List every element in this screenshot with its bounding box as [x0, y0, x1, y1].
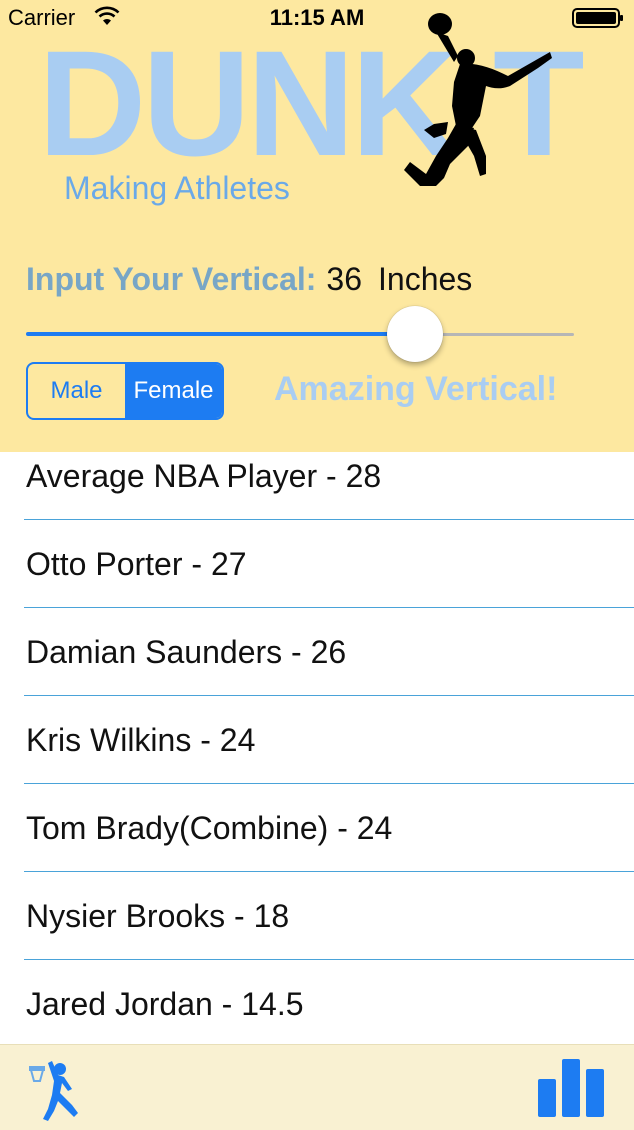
slider-thumb[interactable]	[387, 306, 443, 362]
list-item[interactable]: Average NBA Player - 28	[0, 452, 634, 520]
header: Carrier 11:15 AM DUNK T Making Athletes …	[0, 0, 634, 452]
vertical-label: Input Your Vertical:	[26, 260, 317, 297]
rating-label: Amazing Vertical!	[274, 370, 558, 408]
list-item-label: Damian Saunders - 26	[26, 633, 347, 670]
list-item-label: Tom Brady(Combine) - 24	[26, 809, 393, 846]
list-item-label: Nysier Brooks - 18	[26, 897, 290, 934]
vertical-value: 36	[326, 260, 363, 297]
segment-female[interactable]: Female	[125, 364, 222, 418]
tagline: Making Athletes	[64, 170, 290, 206]
list-item-label: Otto Porter - 27	[26, 545, 247, 582]
list-item[interactable]: Damian Saunders - 26	[0, 608, 634, 696]
list-item-label: Jared Jordan - 14.5	[26, 985, 304, 1022]
segment-male[interactable]: Male	[28, 364, 125, 418]
list-item[interactable]: Jared Jordan - 14.5	[0, 960, 634, 1044]
list-item-label: Average NBA Player - 28	[26, 457, 382, 494]
vertical-input-row: Input Your Vertical: 36 Inches	[26, 258, 472, 300]
list-item[interactable]: Tom Brady(Combine) - 24	[0, 784, 634, 872]
list-item-label: Kris Wilkins - 24	[26, 721, 256, 758]
gender-segmented-control[interactable]: Male Female	[26, 362, 224, 420]
dunking-player-icon	[404, 13, 552, 186]
vertical-unit: Inches	[378, 260, 473, 297]
comparison-list[interactable]: Average NBA Player - 28 Otto Porter - 27 D…	[0, 452, 634, 1044]
tab-bar	[0, 1044, 634, 1130]
tab-player-icon[interactable]	[28, 1055, 98, 1123]
slider-track-filled	[26, 332, 415, 336]
list-item[interactable]: Otto Porter - 27	[0, 520, 634, 608]
list-item[interactable]: Kris Wilkins - 24	[0, 696, 634, 784]
list-item[interactable]: Nysier Brooks - 18	[0, 872, 634, 960]
tab-chart-icon[interactable]	[536, 1057, 606, 1117]
vertical-slider[interactable]	[26, 304, 574, 364]
